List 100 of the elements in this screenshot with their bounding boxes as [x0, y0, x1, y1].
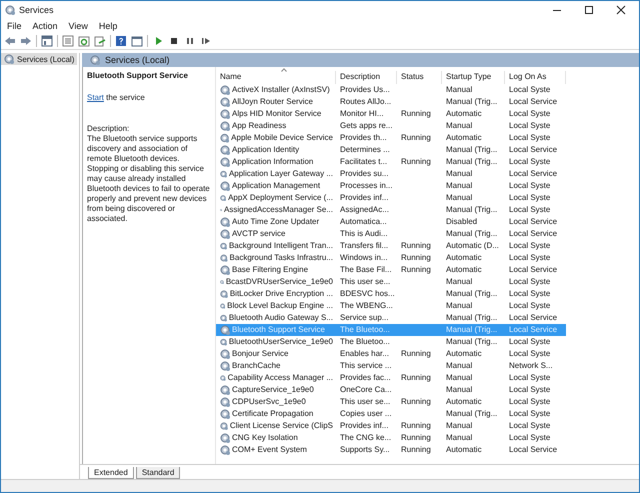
table-row[interactable]: AssignedAccessManager Se... AssignedAc... Manual (Trig... Local Syste [216, 204, 566, 216]
table-cell: Local Syste [509, 409, 550, 418]
gear-icon [220, 445, 230, 455]
column-header[interactable]: Status [397, 71, 442, 84]
table-cell: The Bluetoo... [340, 337, 390, 346]
column-header[interactable]: Description [336, 71, 397, 84]
view-tab[interactable]: Extended [88, 467, 134, 479]
list-icon[interactable] [62, 35, 74, 47]
table-cell: Running [401, 433, 431, 442]
table-row[interactable]: Base Filtering Engine The Base Fil... Running Automatic Local Service [216, 264, 566, 276]
table-row[interactable]: Certificate Propagation Copies user ... Manual (Trig... Local Syste [216, 408, 566, 420]
table-cell: Manual [446, 361, 472, 370]
table-cell: OneCore Ca... [340, 385, 392, 394]
gear-icon [4, 54, 14, 64]
table-cell: The Bluetoo... [340, 325, 390, 334]
table-row[interactable]: AllJoyn Router Service Routes AllJo... Manual (Trig... Local Service [216, 96, 566, 108]
table-cell: Automatica... [340, 217, 387, 226]
table-cell: Facilitates t... [340, 157, 388, 166]
table-row[interactable]: Application Layer Gateway ... Provides su... Manual Local Service [216, 168, 566, 180]
table-cell: Apple Mobile Device Service [231, 132, 333, 144]
table-cell: This service ... [340, 361, 392, 370]
table-row[interactable]: Capability Access Manager ... Provides fac... Running Manual Local Syste [216, 372, 566, 384]
table-cell: The CNG ke... [340, 433, 392, 442]
table-cell: Application Identity [232, 144, 300, 156]
help-icon[interactable] [115, 35, 127, 47]
table-row[interactable]: BranchCache This service ... Manual Network S... [216, 360, 566, 372]
gear-icon [220, 277, 224, 287]
table-row[interactable]: Application Identity Determines ... Manual (Trig... Local Service [216, 144, 566, 156]
table-cell: Local Syste [509, 181, 550, 190]
table-row[interactable]: Apple Mobile Device Service Provides th... Running Automatic Local Syste [216, 132, 566, 144]
table-row[interactable]: ActiveX Installer (AxInstSV) Provides Us... Manual Local Syste [216, 84, 566, 96]
table-row[interactable]: Background Tasks Infrastru... Windows in... Running Automatic Local Syste [216, 252, 566, 264]
table-cell: Running [401, 397, 431, 406]
table-cell: Automatic [446, 109, 482, 118]
table-row[interactable]: BitLocker Drive Encryption ... BDESVC hos... Manual (Trig... Local Syste [216, 288, 566, 300]
table-cell: Local Syste [509, 337, 550, 346]
table-cell: Manual (Trig... [446, 337, 498, 346]
start-link[interactable]: Start [87, 93, 104, 102]
table-row[interactable]: CaptureService_1e9e0 OneCore Ca... Manual Local Syste [216, 384, 566, 396]
gear-icon [220, 301, 226, 311]
menu-item[interactable]: Action [32, 21, 58, 31]
table-row[interactable]: COM+ Event System Supports Sy... Running Automatic Local Service [216, 444, 566, 456]
table-cell: Copies user ... [340, 409, 392, 418]
column-header[interactable]: Name [216, 71, 336, 84]
forward-arrow-icon[interactable] [20, 35, 32, 47]
menu-item[interactable]: View [68, 21, 88, 31]
table-cell: Local Syste [509, 433, 550, 442]
table-cell: Local Syste [509, 373, 550, 382]
restart-icon[interactable] [200, 35, 212, 47]
table-row[interactable]: Application Information Facilitates t... Running Manual (Trig... Local Syste [216, 156, 566, 168]
table-row[interactable]: Client License Service (ClipS Provides inf... Running Manual Local Syste [216, 420, 566, 432]
table-row[interactable]: BluetoothUserService_1e9e0 The Bluetoo... Manual (Trig... Local Syste [216, 336, 566, 348]
gear-icon [220, 169, 227, 179]
table-cell: Manual [446, 85, 472, 94]
table-row[interactable]: Background Intelligent Tran... Transfers fil... Running Automatic (D... Local Syste [216, 240, 566, 252]
console-tree-icon[interactable] [41, 35, 53, 47]
table-cell: Local Service [509, 445, 558, 454]
table-cell: Background Intelligent Tran... [228, 240, 333, 252]
table-row[interactable]: Auto Time Zone Updater Automatica... Disabled Local Service [216, 216, 566, 228]
table-cell: Application Information [232, 156, 314, 168]
table-row[interactable]: CDPUserSvc_1e9e0 This user se... Running Automatic Local Syste [216, 396, 566, 408]
table-row[interactable]: Alps HID Monitor Service Monitor HI... Running Automatic Local Syste [216, 108, 566, 120]
table-cell: Manual (Trig... [446, 229, 498, 238]
table-row[interactable]: AppX Deployment Service (... Provides inf... Manual Local Syste [216, 192, 566, 204]
export-icon[interactable] [94, 35, 106, 47]
pause-icon[interactable] [184, 35, 196, 47]
table-row[interactable]: AVCTP service This is Audi... Manual (Trig... Local Service [216, 228, 566, 240]
table-row[interactable]: App Readiness Gets apps re... Manual Local Syste [216, 120, 566, 132]
menu-item[interactable]: Help [98, 21, 118, 31]
table-cell: BDESVC hos... [340, 289, 395, 298]
stop-icon[interactable] [168, 35, 180, 47]
table-row[interactable]: BcastDVRUserService_1e9e0 This user se... Manual Local Syste [216, 276, 566, 288]
tree-item[interactable]: Services (Local) [1, 53, 78, 65]
close-icon[interactable] [616, 5, 626, 15]
table-cell: COM+ Event System [232, 444, 307, 456]
table-row[interactable]: Application Management Processes in... Manual Local Syste [216, 180, 566, 192]
gear-icon [220, 253, 228, 263]
table-cell: AppX Deployment Service (... [228, 192, 333, 204]
refresh-icon[interactable] [78, 35, 90, 47]
gear-icon [90, 55, 100, 65]
back-arrow-icon[interactable] [4, 35, 16, 47]
description-label: Description: [87, 124, 130, 134]
table-cell: Local Syste [509, 253, 550, 262]
table-cell: This user se... [340, 397, 390, 406]
table-row[interactable]: Bonjour Service Enables har... Running Automatic Local Syste [216, 348, 566, 360]
menu-item[interactable]: File [7, 21, 22, 31]
column-header[interactable]: Log On As [505, 71, 566, 84]
column-header[interactable]: Startup Type [442, 71, 505, 84]
table-cell: BranchCache [232, 360, 280, 372]
table-cell: Bonjour Service [232, 348, 288, 360]
table-row[interactable]: Block Level Backup Engine ... The WBENG... Manual Local Syste [216, 300, 566, 312]
table-cell: App Readiness [232, 120, 286, 132]
maximize-icon[interactable] [584, 5, 594, 15]
table-cell: Network S... [509, 361, 553, 370]
table-cell: This user se... [340, 277, 390, 286]
table-row[interactable]: Bluetooth Audio Gateway S... Service sup... Manual (Trig... Local Service [216, 312, 566, 324]
view-tab[interactable]: Standard [136, 467, 180, 479]
table-row[interactable]: CNG Key Isolation The CNG ke... Running Manual Local Syste [216, 432, 566, 444]
table-cell: Base Filtering Engine [232, 264, 308, 276]
window-icon[interactable] [131, 35, 143, 47]
